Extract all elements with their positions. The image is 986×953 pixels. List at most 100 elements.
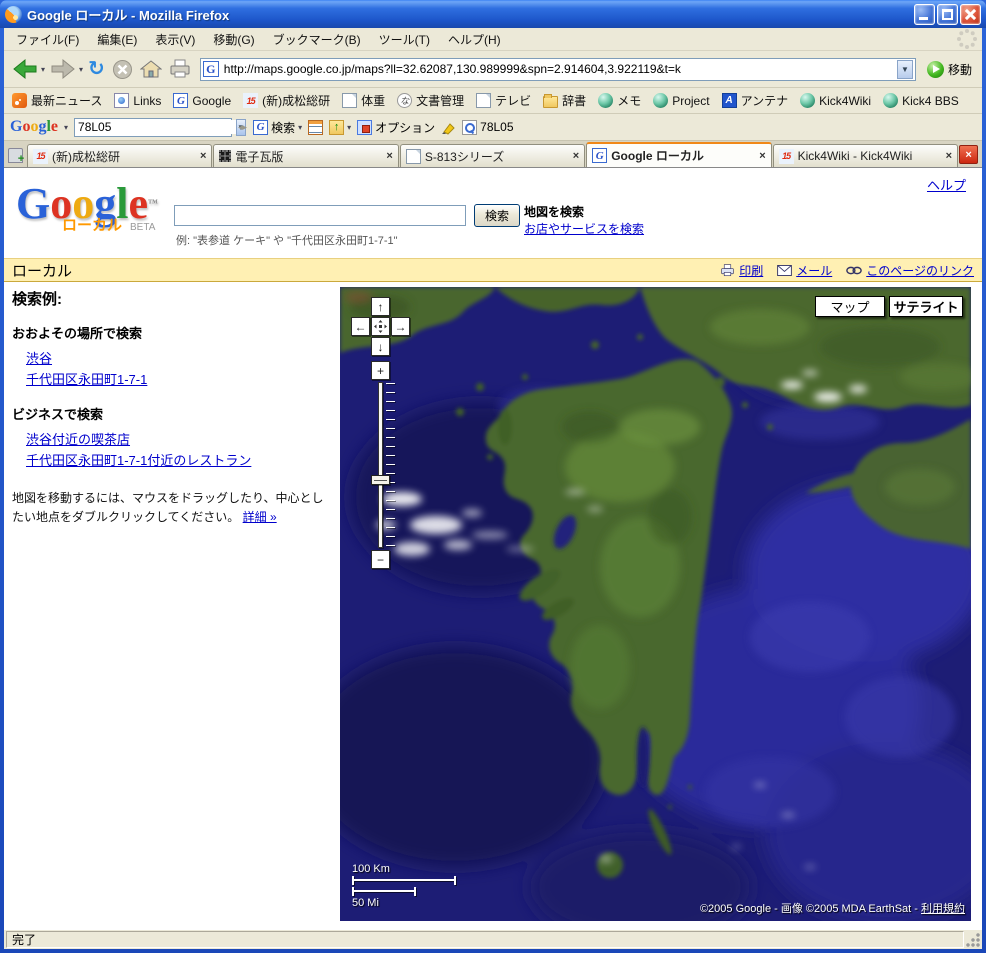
- example-link-cafe[interactable]: 渋谷付近の喫茶店: [26, 432, 130, 447]
- minimize-button[interactable]: [914, 4, 935, 25]
- mail-link[interactable]: メール: [796, 262, 832, 279]
- maximize-button[interactable]: [937, 4, 958, 25]
- close-tab-button[interactable]: ×: [959, 145, 978, 164]
- page-icon: [406, 149, 421, 164]
- home-button[interactable]: [138, 57, 164, 81]
- bookmark-antenna[interactable]: Aアンテナ: [722, 92, 789, 109]
- example-link-restaurant[interactable]: 千代田区永田町1-7-1付近のレストラン: [26, 453, 251, 468]
- bookmark-weight[interactable]: 体重: [342, 92, 385, 109]
- url-input[interactable]: [222, 61, 897, 77]
- scale-mi-bar: [352, 887, 416, 896]
- toolbar-search-box[interactable]: ▼: [74, 118, 232, 137]
- map-view-button[interactable]: マップ: [815, 296, 885, 317]
- menu-go[interactable]: 移動(G): [205, 29, 262, 50]
- throbber-icon: [956, 28, 978, 50]
- new-tab-icon[interactable]: [8, 148, 23, 163]
- zoom-out-button[interactable]: −: [371, 550, 390, 569]
- resize-grip[interactable]: [966, 932, 981, 947]
- close-button[interactable]: [960, 4, 981, 25]
- bookmark-kick4wiki[interactable]: Kick4Wiki: [800, 93, 871, 108]
- toolbar-options-button[interactable]: オプション: [357, 119, 435, 136]
- toolbar-search-input[interactable]: [75, 120, 236, 134]
- back-button[interactable]: [10, 56, 40, 82]
- stop-button[interactable]: [110, 57, 135, 82]
- tab-close-icon[interactable]: ×: [573, 150, 579, 162]
- print-link[interactable]: 印刷: [739, 262, 763, 279]
- toolbar-news-button[interactable]: [308, 120, 323, 135]
- url-history-dropdown[interactable]: ▼: [897, 60, 913, 79]
- url-bar[interactable]: G ▼: [200, 58, 916, 81]
- map-canvas[interactable]: ↑ ← → ↓ + − マップ サテライト 100 Km: [340, 287, 971, 921]
- tab-kick4wiki[interactable]: 15 Kick4Wiki - Kick4Wiki ×: [773, 144, 958, 167]
- bookmark-latest-news[interactable]: 最新ニュース: [12, 92, 102, 109]
- map-scale: 100 Km 50 Mi: [352, 863, 456, 909]
- bookmark-narimatsu[interactable]: 15(新)成松総研: [243, 92, 330, 109]
- title-bar[interactable]: Google ローカル - Mozilla Firefox: [0, 0, 986, 28]
- tab-close-icon[interactable]: ×: [759, 150, 765, 162]
- toolbar-search-button[interactable]: G 検索 ▾: [253, 119, 302, 136]
- reload-button[interactable]: ↻: [86, 57, 107, 81]
- go-button[interactable]: 移動: [923, 61, 976, 78]
- mail-link-group[interactable]: メール: [777, 262, 832, 279]
- terms-link[interactable]: 利用規約: [921, 903, 965, 915]
- tab-close-icon[interactable]: ×: [946, 150, 952, 162]
- list-item: 千代田区永田町1-7-1: [26, 369, 334, 390]
- bookmark-links[interactable]: Links: [114, 93, 161, 108]
- example-link-nagatacho[interactable]: 千代田区永田町1-7-1: [26, 372, 147, 387]
- bookmark-google[interactable]: GGoogle: [173, 93, 231, 108]
- maximize-icon: [942, 9, 953, 20]
- back-dropdown[interactable]: ▾: [41, 65, 45, 74]
- toolbar-history-term[interactable]: 78L05: [462, 120, 513, 135]
- google-toolbar-logo[interactable]: Google: [10, 118, 58, 136]
- tab-narimatsu[interactable]: 15 (新)成松総研 ×: [27, 144, 212, 167]
- forward-dropdown[interactable]: ▾: [79, 65, 83, 74]
- satellite-view-button[interactable]: サテライト: [889, 296, 963, 317]
- menu-view[interactable]: 表示(V): [147, 29, 203, 50]
- menu-help[interactable]: ヘルプ(H): [440, 29, 509, 50]
- menu-tools[interactable]: ツール(T): [371, 29, 438, 50]
- menu-edit[interactable]: 編集(E): [89, 29, 145, 50]
- shop-search-link[interactable]: お店やサービスを検索: [524, 222, 644, 236]
- pan-down-button[interactable]: ↓: [371, 337, 390, 356]
- page-link[interactable]: このページのリンク: [866, 262, 974, 279]
- tab-close-icon[interactable]: ×: [386, 150, 392, 162]
- bookmark-memo[interactable]: メモ: [598, 92, 641, 109]
- orb-icon: [598, 93, 613, 108]
- pan-right-button[interactable]: →: [391, 317, 410, 336]
- bookmark-kick4bbs[interactable]: Kick4 BBS: [883, 93, 959, 108]
- details-link[interactable]: 詳細 »: [243, 510, 277, 524]
- menu-file[interactable]: ファイル(F): [8, 29, 87, 50]
- bookmark-dictionary[interactable]: 辞書: [543, 92, 586, 109]
- toolbar-upfolder-button[interactable]: ↑▾: [329, 120, 351, 135]
- tab-s813-series[interactable]: S-813シリーズ ×: [400, 144, 585, 167]
- tab-close-icon[interactable]: ×: [200, 150, 206, 162]
- bookmark-docs[interactable]: な文書管理: [397, 92, 464, 109]
- map-search-title: 地図を検索: [524, 204, 644, 221]
- map-search-input[interactable]: [174, 205, 466, 226]
- toolbar-highlight-button[interactable]: [441, 120, 456, 135]
- zoom-in-button[interactable]: +: [371, 361, 390, 380]
- example-link-shibuya[interactable]: 渋谷: [26, 351, 52, 366]
- bookmark-tv[interactable]: テレビ: [476, 92, 531, 109]
- google-logo-dropdown[interactable]: ▾: [64, 123, 68, 132]
- highlighter-icon: [441, 120, 456, 135]
- forward-button[interactable]: [48, 56, 78, 82]
- tab-google-local[interactable]: G Google ローカル ×: [586, 142, 771, 167]
- reload-icon: ↻: [88, 59, 105, 79]
- zoom-slider-track[interactable]: [378, 382, 383, 548]
- zoom-slider-thumb[interactable]: [371, 475, 390, 485]
- sidebar-title: 検索例:: [12, 288, 334, 309]
- print-button[interactable]: [167, 57, 193, 81]
- print-link-group[interactable]: 印刷: [720, 262, 763, 279]
- pan-up-button[interactable]: ↑: [371, 297, 390, 316]
- help-link[interactable]: ヘルプ: [927, 175, 966, 194]
- pan-left-button[interactable]: ←: [351, 317, 370, 336]
- tab-denshi-kawaraban[interactable]: 電子瓦版 ×: [213, 144, 398, 167]
- recenter-button[interactable]: [371, 317, 390, 336]
- search-button[interactable]: 検索: [474, 204, 520, 227]
- page-link-group[interactable]: このページのリンク: [846, 262, 974, 279]
- menu-bookmarks[interactable]: ブックマーク(B): [265, 29, 369, 50]
- bookmark-project[interactable]: Project: [653, 93, 709, 108]
- sidebar-heading-place: おおよその場所で検索: [12, 323, 334, 342]
- toolbar-splitter[interactable]: ◂▸: [238, 122, 247, 133]
